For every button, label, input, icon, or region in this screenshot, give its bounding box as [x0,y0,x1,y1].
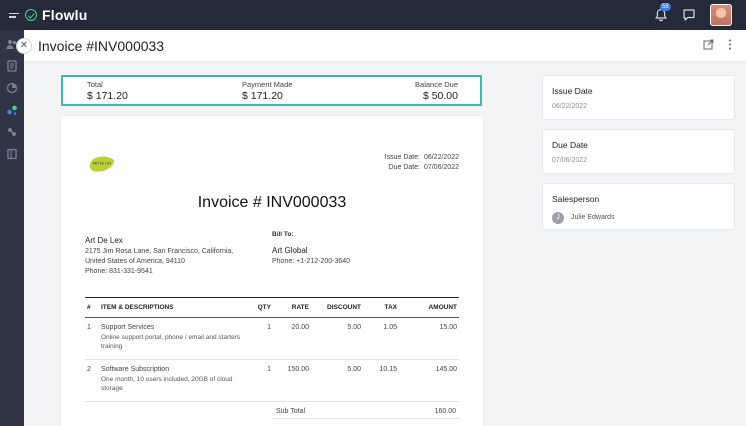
invoice-dates: Issue Date: 06/22/2022 Due Date: 07/06/2… [385,153,459,173]
subtotal-label: Sub Total [276,408,306,415]
payment-made-label: Payment Made [242,80,293,89]
item-qty: 1 [251,317,273,360]
item-rate: 20.00 [273,317,311,360]
finance-icon[interactable] [6,104,18,116]
sender-name: Art De Lex [85,236,123,245]
item-amount: 145.00 [399,359,459,402]
line-items-table: # ITEM & DESCRIPTIONS QTY RATE DISCOUNT … [85,297,459,402]
item-rate: 150.00 [273,359,311,402]
close-button[interactable]: ✕ [16,38,32,54]
due-date-card-value: 07/06/2022 [552,157,588,164]
due-date-value: 07/06/2022 [423,164,459,171]
total-summary: Total $ 171.20 [87,80,128,102]
invoice-document: ART DE LEX Issue Date: 06/22/2022 Due Da… [61,116,483,426]
due-date-card[interactable]: Due Date 07/06/2022 [542,129,735,174]
projects-icon[interactable] [6,126,18,138]
table-row: 2 Software Subscription One month, 10 us… [85,359,459,402]
app-name: Flowlu [42,7,88,23]
issue-date-value: 06/22/2022 [423,154,459,161]
menu-icon[interactable] [9,12,19,18]
more-options-icon[interactable] [728,39,732,50]
due-date-label: Due Date: [388,164,421,171]
col-amount: AMOUNT [399,297,459,318]
item-tax: 10.15 [363,359,399,402]
knowledge-base-icon[interactable] [6,148,18,160]
item-description-line2: storage [101,385,123,392]
col-number: # [85,297,99,318]
col-qty: QTY [251,297,273,318]
sender-phone: Phone: 831-331-9541 [85,268,153,275]
page-title: Invoice #INV000033 [38,38,165,54]
client-name: Art Global [272,246,308,255]
payment-made-summary: Payment Made $ 171.20 [242,80,292,102]
user-avatar[interactable] [710,4,732,26]
item-cell: Software Subscription One month, 10 user… [99,359,251,402]
balance-due-label: Balance Due [415,80,458,89]
total-label: Total [87,80,103,89]
chat-button[interactable] [682,8,696,22]
item-name: Software Subscription [101,366,170,373]
chat-icon [683,9,695,21]
col-rate: RATE [273,297,311,318]
item-qty: 1 [251,359,273,402]
col-tax: TAX [363,297,399,318]
table-row: 1 Support Services Online support portal… [85,317,459,360]
notification-badge: 58 [660,3,671,11]
flowlu-logo-icon [25,9,37,21]
subtotal-row: Sub Total 160.00 [272,405,459,419]
open-external-icon[interactable] [703,39,714,50]
issue-date-label: Issue Date: [384,154,421,161]
sender-address-line1: 2175 Jim Rosa Lane, San Francisco, Calif… [85,248,234,255]
payment-made-value: $ 171.20 [242,90,283,102]
app-logo[interactable]: Flowlu [25,7,88,23]
total-value: $ 171.20 [87,90,128,102]
item-discount: 5.00 [311,359,363,402]
issue-date-card-value: 06/22/2022 [552,103,588,110]
client-phone: Phone: +1-212-200-3640 [272,258,351,265]
invoice-summary: Total $ 171.20 Payment Made $ 171.20 Bal… [61,75,482,106]
sender-info: Art De Lex 2175 Jim Rosa Lane, San Franc… [85,236,233,277]
item-amount: 15.00 [399,317,459,360]
notifications-button[interactable]: 58 [654,3,671,22]
close-icon: ✕ [19,40,29,51]
balance-due-summary: Balance Due $ 50.00 [415,80,458,102]
balance-due-value: $ 50.00 [422,90,458,102]
col-discount: DISCOUNT [311,297,363,318]
table-header-row: # ITEM & DESCRIPTIONS QTY RATE DISCOUNT … [85,297,459,318]
due-date-card-title: Due Date [552,140,588,150]
issue-date-card-title: Issue Date [552,86,593,96]
salesperson-card[interactable]: Salesperson J Julie Edwards [542,183,735,230]
item-number: 2 [85,359,99,402]
item-cell: Support Services Online support portal, … [99,317,251,360]
company-logo: ART DE LEX [89,156,115,172]
bill-to-heading: Bill To: [272,231,294,238]
item-description-line1: Online support portal, phone / email and… [101,333,241,341]
documents-icon[interactable] [6,60,18,72]
item-name: Support Services [101,324,155,331]
item-number: 1 [85,317,99,360]
issue-date-card[interactable]: Issue Date 06/22/2022 [542,75,735,120]
bill-to-info: Bill To: Art Global Phone: +1-212-200-36… [272,230,350,267]
item-tax: 1.05 [363,317,399,360]
item-description-line1: One month, 10 users included, 20GB of cl… [101,375,233,383]
item-discount: 5.00 [311,317,363,360]
logo-text: ART DE LEX [93,162,112,166]
invoice-title: Invoice # INV000033 [197,194,347,211]
sender-address-line2: United States of America, 94110 [85,258,185,265]
subtotal-value: 160.00 [434,408,456,415]
top-bar: Flowlu 58 [0,0,746,30]
item-description-line2: training [101,343,123,350]
salesperson-card-title: Salesperson [552,194,600,204]
left-rail [0,30,24,426]
analytics-icon[interactable] [6,82,18,94]
col-item: ITEM & DESCRIPTIONS [99,297,251,318]
salesperson-name: Julie Edwards [571,214,615,221]
page-header: ✕ Invoice #INV000033 [16,30,746,62]
salesperson-avatar: J [552,212,564,224]
